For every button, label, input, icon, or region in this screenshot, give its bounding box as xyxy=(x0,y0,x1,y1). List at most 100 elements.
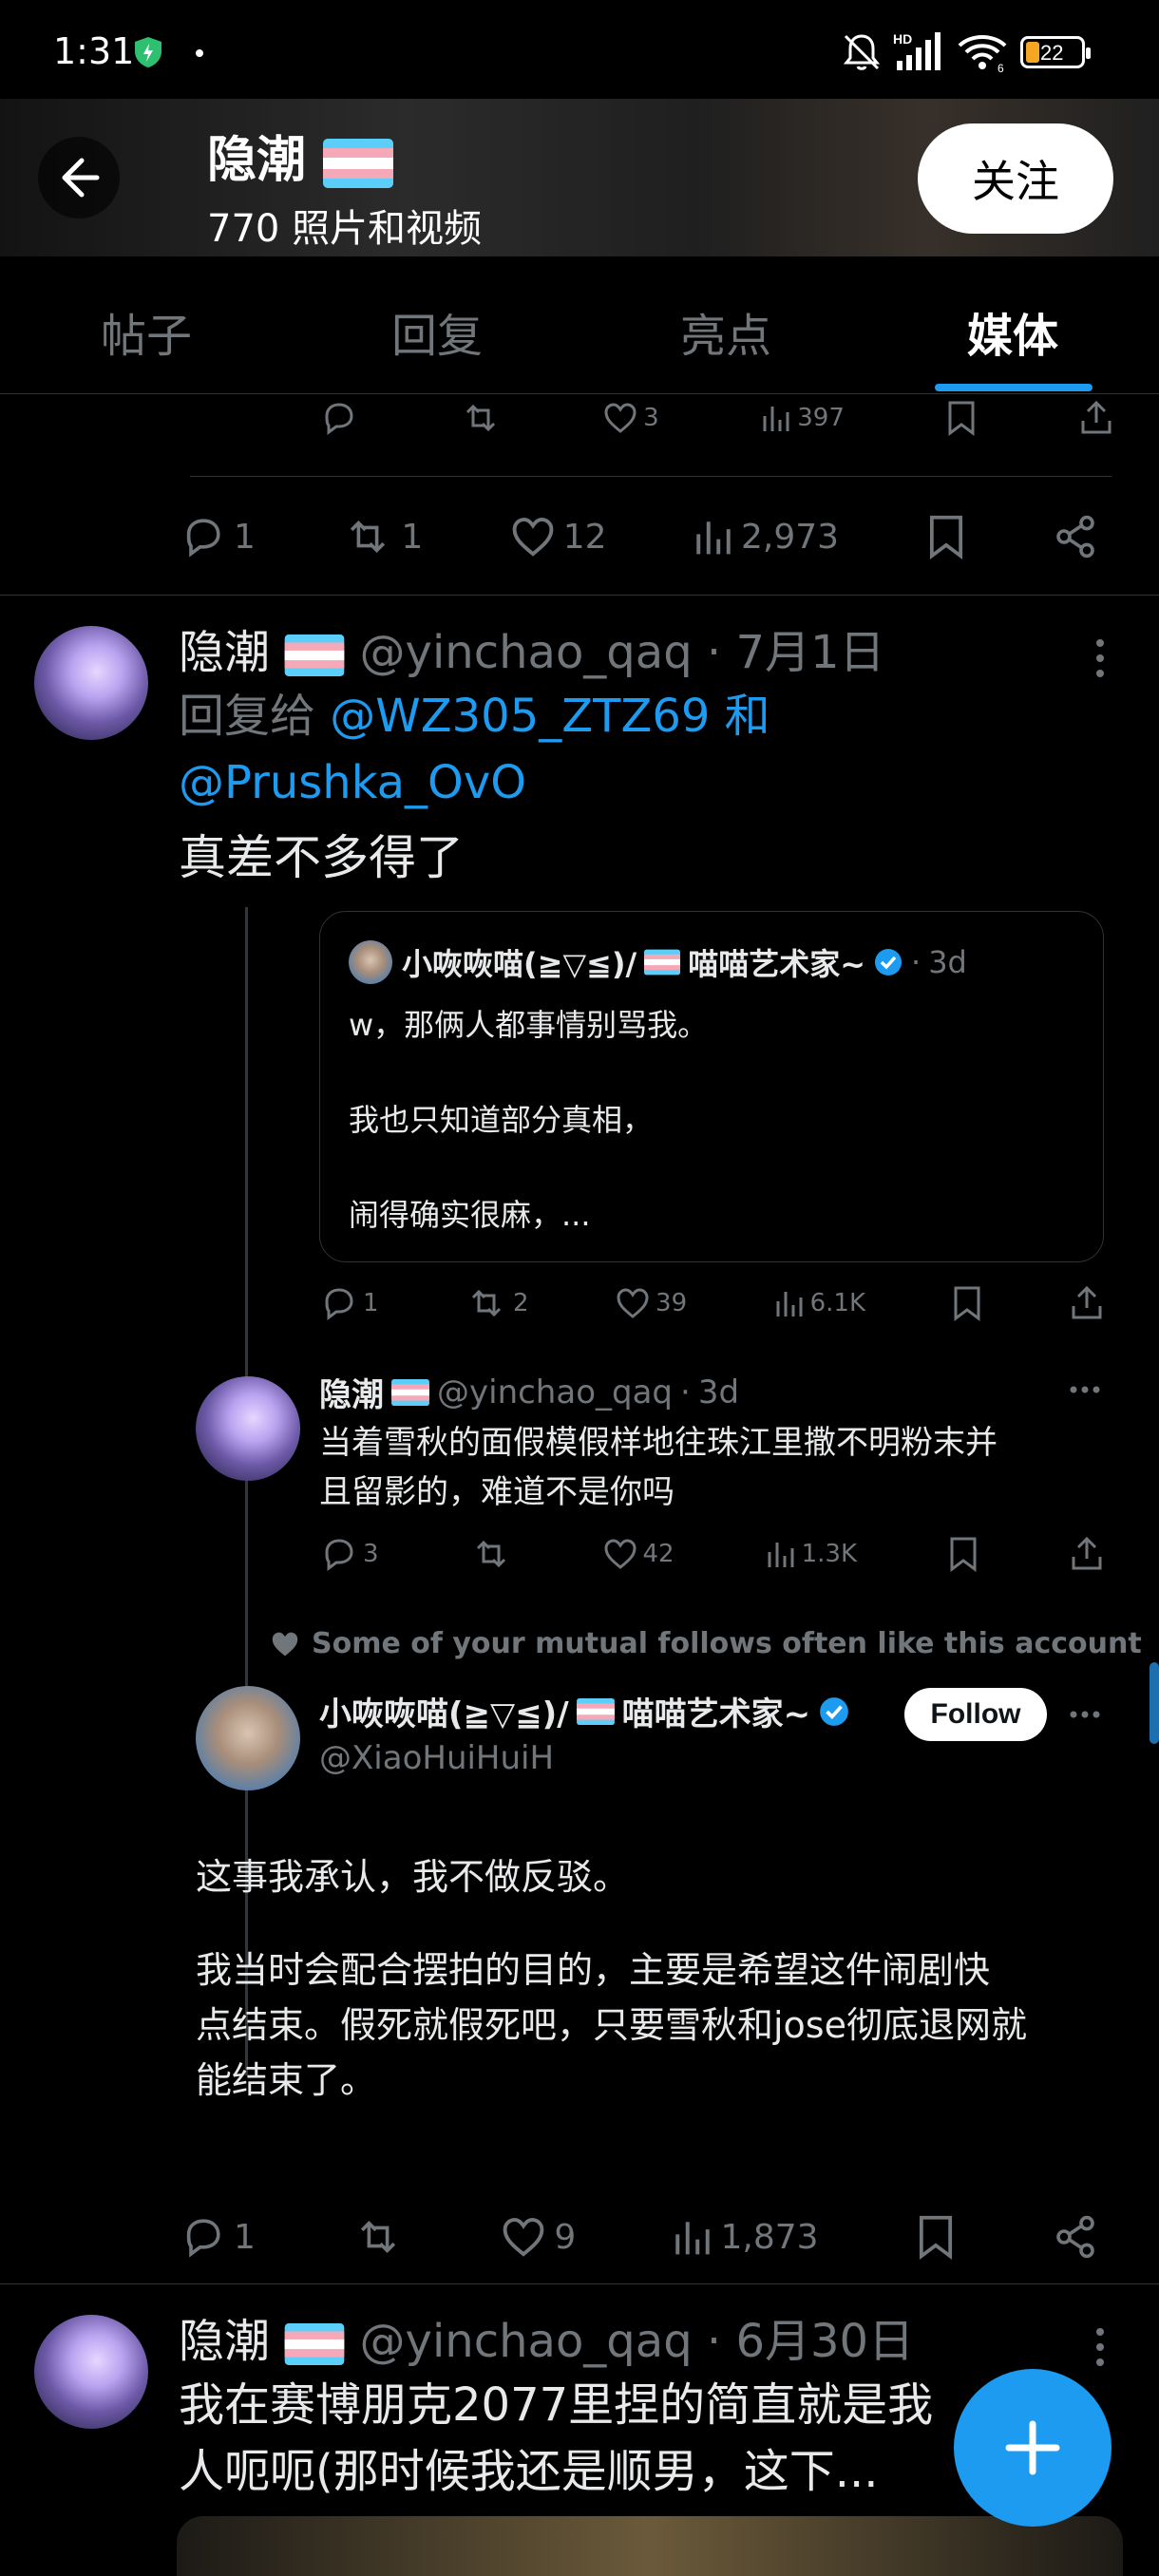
views-action[interactable]: 6.1K xyxy=(774,1288,865,1318)
compose-button[interactable] xyxy=(954,2369,1112,2527)
post-action-bar: 1 9 1,873 xyxy=(179,2208,1098,2265)
tab-posts[interactable]: 帖子 xyxy=(51,298,241,365)
like-count: 39 xyxy=(656,1289,688,1317)
thread-reply-header: 隐潮 @yinchao_qaq · 3d xyxy=(319,1369,739,1415)
views-action[interactable]: 1.3K xyxy=(766,1539,857,1569)
divider xyxy=(190,476,1112,477)
post-action-bar: 1 1 12 2,973 xyxy=(179,508,1098,565)
thread-reply-action-bar: 3 42 1.3K xyxy=(319,1530,1104,1578)
tab-highlights[interactable]: 亮点 xyxy=(631,298,821,365)
post-header: 隐潮 @yinchao_qaq · 6月30日 xyxy=(179,2303,914,2370)
tab-replies[interactable]: 回复 xyxy=(342,298,532,365)
quoted-text-line: 闹得确实很麻，... xyxy=(349,1197,591,1233)
share-icon[interactable] xyxy=(1079,400,1113,436)
share-icon[interactable] xyxy=(1070,1536,1104,1572)
bookmark-icon[interactable] xyxy=(916,2214,956,2260)
heart-filled-icon xyxy=(272,1632,298,1656)
signal-icon: HD xyxy=(893,31,940,70)
repost-action[interactable]: 2 xyxy=(466,1284,529,1322)
back-button[interactable] xyxy=(38,137,120,218)
reply-icon[interactable] xyxy=(319,399,357,437)
reply-action[interactable]: 1 xyxy=(179,2214,256,2260)
repost-icon[interactable] xyxy=(470,1535,512,1573)
reply-action[interactable]: 1 xyxy=(319,1284,379,1322)
post-text: 真差不多得了 xyxy=(179,830,464,885)
reply-context: 回复给 @WZ305_ZTZ69 和 @Prushka_OvO xyxy=(179,683,1129,816)
share-network-icon[interactable] xyxy=(1053,514,1098,559)
post-date: 7月1日 xyxy=(735,626,885,679)
trans-flag-icon xyxy=(284,635,345,676)
verified-badge-icon xyxy=(820,1696,848,1726)
avatar[interactable] xyxy=(34,626,148,740)
quoted-author-suffix: 喵喵艺术家~ xyxy=(688,946,866,982)
share-icon[interactable] xyxy=(1070,1285,1104,1321)
repost-icon xyxy=(351,521,386,553)
quoted-tweet[interactable]: 小咴咴喵(≧▽≦)/ 喵喵艺术家~ · 3d w，那俩人都事情别骂我。 我也只知… xyxy=(319,911,1104,1262)
follow-button[interactable]: 关注 xyxy=(918,123,1113,234)
repost-icon[interactable] xyxy=(460,399,502,437)
thread-line xyxy=(245,907,248,2075)
post-header: 隐潮 @yinchao_qaq · 7月1日 xyxy=(179,615,885,681)
bookmark-icon[interactable] xyxy=(952,1285,982,1321)
author-name[interactable]: 隐潮 xyxy=(179,2315,270,2368)
quoted-text-line: 我也只知道部分真相， xyxy=(349,1102,654,1138)
author-name[interactable]: 隐潮 xyxy=(179,626,270,679)
embedded-author-name: 小咴咴喵(≧▽≦)/ xyxy=(319,1695,569,1733)
avatar[interactable] xyxy=(196,1376,300,1481)
views-action[interactable]: 2,973 xyxy=(694,517,839,557)
thread-reply-line: 当着雪秋的面假模假样地往珠江里撒不明粉末并 xyxy=(319,1424,998,1462)
mention-link[interactable]: @WZ305_ZTZ69 xyxy=(330,690,710,743)
like-action[interactable]: 39 xyxy=(616,1287,687,1319)
scrollbar[interactable] xyxy=(1150,1662,1159,1744)
reply-icon xyxy=(325,1539,353,1571)
like-action[interactable]: 9 xyxy=(501,2216,576,2258)
reply-count: 1 xyxy=(234,517,256,557)
status-time: 1:31 xyxy=(53,30,135,72)
repost-count: 2 xyxy=(513,1289,529,1317)
repost-icon[interactable] xyxy=(352,2214,404,2260)
more-options-icon[interactable] xyxy=(1089,2319,1112,2376)
profile-name-text: 隐潮 xyxy=(207,132,307,189)
reply-action[interactable]: 3 xyxy=(319,1535,379,1573)
avatar xyxy=(349,940,392,984)
like-count: 9 xyxy=(554,2217,577,2257)
view-count: 1.3K xyxy=(801,1540,857,1568)
profile-header: 隐潮 770 照片和视频 关注 xyxy=(0,99,1159,256)
avatar[interactable] xyxy=(196,1686,300,1790)
more-options-icon[interactable] xyxy=(1068,1709,1102,1720)
like-action[interactable]: 3 xyxy=(603,402,659,434)
wifi-icon: 6 xyxy=(958,35,1007,74)
analytics-icon xyxy=(776,1292,803,1316)
tab-active-indicator xyxy=(935,384,1092,391)
reply-icon xyxy=(186,2219,220,2258)
heart-icon xyxy=(617,1288,649,1318)
post-item[interactable]: 隐潮 @yinchao_qaq · 7月1日 回复给 @WZ305_ZTZ69 … xyxy=(0,596,1159,2282)
bookmark-icon[interactable] xyxy=(946,400,977,436)
reply-action[interactable]: 1 xyxy=(179,514,256,559)
bookmark-icon[interactable] xyxy=(948,1536,978,1572)
views-action[interactable]: 397 xyxy=(761,403,845,433)
embedded-line: 点结束。假死就假死吧，只要雪秋和jose彻底退网就 xyxy=(196,2004,1027,2046)
battery-icon: 22 xyxy=(1020,36,1091,68)
heart-icon xyxy=(604,1539,636,1569)
bookmark-icon[interactable] xyxy=(926,514,966,559)
view-count: 2,973 xyxy=(740,517,840,557)
avatar[interactable] xyxy=(34,2315,148,2429)
views-action[interactable]: 1,873 xyxy=(673,2217,819,2257)
repost-action[interactable]: 1 xyxy=(342,514,423,559)
heart-icon xyxy=(604,403,636,433)
thread-reply-text: 当着雪秋的面假模假样地往珠江里撒不明粉末并 且留影的，难道不是你吗 xyxy=(319,1418,998,1517)
tab-media[interactable]: 媒体 xyxy=(918,298,1108,365)
mention-link[interactable]: @Prushka_OvO xyxy=(179,756,526,809)
repost-icon xyxy=(471,1289,502,1317)
share-network-icon[interactable] xyxy=(1053,2214,1098,2260)
follow-button[interactable]: Follow xyxy=(904,1688,1047,1741)
author-handle[interactable]: @yinchao_qaq xyxy=(360,2315,693,2368)
author-handle[interactable]: @yinchao_qaq xyxy=(360,626,693,679)
like-action[interactable]: 12 xyxy=(510,516,607,558)
quoted-action-bar: 3 397 xyxy=(319,394,1113,442)
embedded-line: 能结束了。 xyxy=(196,2059,377,2101)
more-options-icon[interactable] xyxy=(1089,630,1112,687)
like-action[interactable]: 42 xyxy=(603,1538,674,1570)
more-options-icon[interactable] xyxy=(1068,1384,1102,1395)
